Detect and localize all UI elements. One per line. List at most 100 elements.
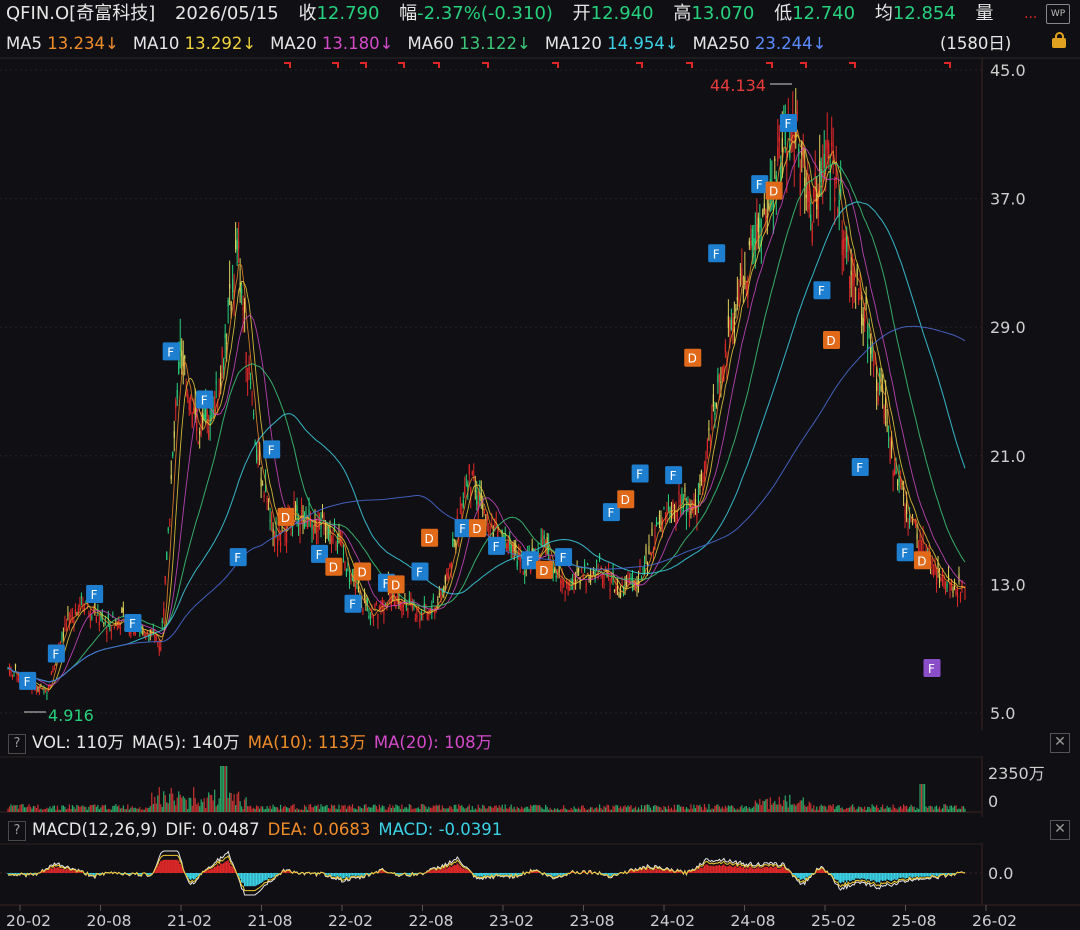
macd-hist-bar xyxy=(726,866,728,873)
volume-bar xyxy=(885,808,887,812)
candle-body xyxy=(805,194,807,198)
candle-body xyxy=(916,533,918,540)
period-selector[interactable]: (1580日) xyxy=(940,30,1011,58)
vol-close-button[interactable]: ✕ xyxy=(1050,733,1070,753)
candle-body xyxy=(106,630,108,635)
candle-body xyxy=(560,580,562,583)
macd-hist-bar xyxy=(239,873,241,879)
macd-hist-bar xyxy=(836,873,839,880)
macd-hist-bar xyxy=(923,873,926,877)
volume-bar xyxy=(187,808,189,812)
candle-body xyxy=(855,289,857,291)
volume-bar xyxy=(227,798,229,812)
candle-body xyxy=(181,350,183,357)
volume-bar xyxy=(10,804,12,812)
volume-bar xyxy=(687,808,689,812)
volume-bar xyxy=(601,809,604,812)
macd-hist-bar xyxy=(759,868,761,873)
volume-bar xyxy=(62,805,65,812)
macd-hist-bar xyxy=(444,867,447,873)
volume-bar xyxy=(715,804,717,812)
stock-code[interactable]: QFIN.O[奇富科技] xyxy=(6,3,155,24)
candle-body xyxy=(907,521,909,524)
volume-bar xyxy=(251,808,253,812)
macd-hist-bar xyxy=(934,873,936,876)
volume-bar xyxy=(329,808,331,812)
candle-body xyxy=(578,567,580,572)
candle-body xyxy=(931,558,933,566)
macd-help-button[interactable]: ? xyxy=(8,820,26,841)
more-button[interactable]: ... xyxy=(1024,0,1037,28)
volume-label: 量 xyxy=(975,3,994,24)
macd-hist-bar xyxy=(443,869,445,873)
macd-hist-bar xyxy=(354,873,357,877)
lock-icon[interactable] xyxy=(1052,32,1066,48)
volume-bar xyxy=(420,804,422,812)
ma-label-ma10: MA10 xyxy=(132,34,185,53)
open-value: 12.940 xyxy=(590,3,654,24)
volume-bar xyxy=(790,804,792,812)
volume-bar xyxy=(507,808,509,812)
vol-panel-header: ? VOL: 110万 MA(5): 140万 MA(10): 113万 MA(20):… xyxy=(0,730,1080,756)
volume-bar xyxy=(462,807,464,812)
signal-label: D xyxy=(472,522,481,536)
volume-bar xyxy=(894,807,896,812)
volume-bar xyxy=(727,805,729,812)
macd-hist-bar xyxy=(645,870,647,873)
volume-bar xyxy=(452,809,454,812)
macd-hist-bar xyxy=(348,873,351,878)
volume-bar xyxy=(188,797,190,812)
macd-hist-bar xyxy=(7,873,9,875)
volume-bar xyxy=(548,809,550,812)
macd-hist-bar xyxy=(257,873,259,885)
macd-hist-bar xyxy=(865,873,867,881)
macd-hist-bar xyxy=(190,873,192,880)
volume-bar xyxy=(410,804,412,812)
open-label: 开 xyxy=(572,3,591,24)
macd-hist-bar xyxy=(178,860,180,873)
volume-bar xyxy=(709,809,711,812)
macd-hist-bar xyxy=(347,873,349,878)
candle-body xyxy=(724,343,726,352)
vol-help-button[interactable]: ? xyxy=(8,733,26,754)
volume-bar xyxy=(531,806,533,812)
volume-bar xyxy=(500,807,502,812)
macd-hist-bar xyxy=(751,868,754,873)
macd-hist-bar xyxy=(694,870,697,873)
volume-bar xyxy=(558,809,560,812)
volume-bar xyxy=(32,806,35,812)
candle-body xyxy=(476,495,478,505)
volume-bar xyxy=(578,807,580,812)
candle-body xyxy=(871,346,873,358)
macd-legend-1: DIF: 0.0487 xyxy=(165,820,260,839)
macd-hist-bar xyxy=(917,873,920,878)
volume-bar xyxy=(521,806,523,812)
wp-icon[interactable]: WP xyxy=(1046,4,1070,24)
volume-bar xyxy=(124,808,126,812)
candle-body xyxy=(952,586,954,594)
candle-body xyxy=(762,210,764,217)
volume-bar xyxy=(311,807,313,812)
macd-hist-bar xyxy=(61,868,63,873)
volume-bar xyxy=(923,784,926,812)
macd-close-button[interactable]: ✕ xyxy=(1050,820,1070,840)
candle-body xyxy=(877,397,879,402)
candle-body xyxy=(420,611,422,614)
volume-bar xyxy=(663,805,665,812)
volume-bar xyxy=(573,806,575,812)
low-label: 低 xyxy=(774,3,793,24)
volume-bar xyxy=(419,809,421,812)
macd-hist-bar xyxy=(718,864,721,873)
volume-bar xyxy=(594,808,596,812)
volume-bar xyxy=(49,806,51,812)
vol-legend-3: MA(20): 108万 xyxy=(373,733,493,752)
volume-bar xyxy=(670,807,673,812)
volume-bar xyxy=(327,808,330,812)
signal-label: F xyxy=(459,522,466,536)
candle-body xyxy=(889,449,891,461)
candle-body xyxy=(684,487,686,493)
volume-bar xyxy=(446,808,448,812)
signal-label: D xyxy=(357,566,366,580)
volume-bar xyxy=(482,804,484,812)
candle-body xyxy=(416,615,418,619)
